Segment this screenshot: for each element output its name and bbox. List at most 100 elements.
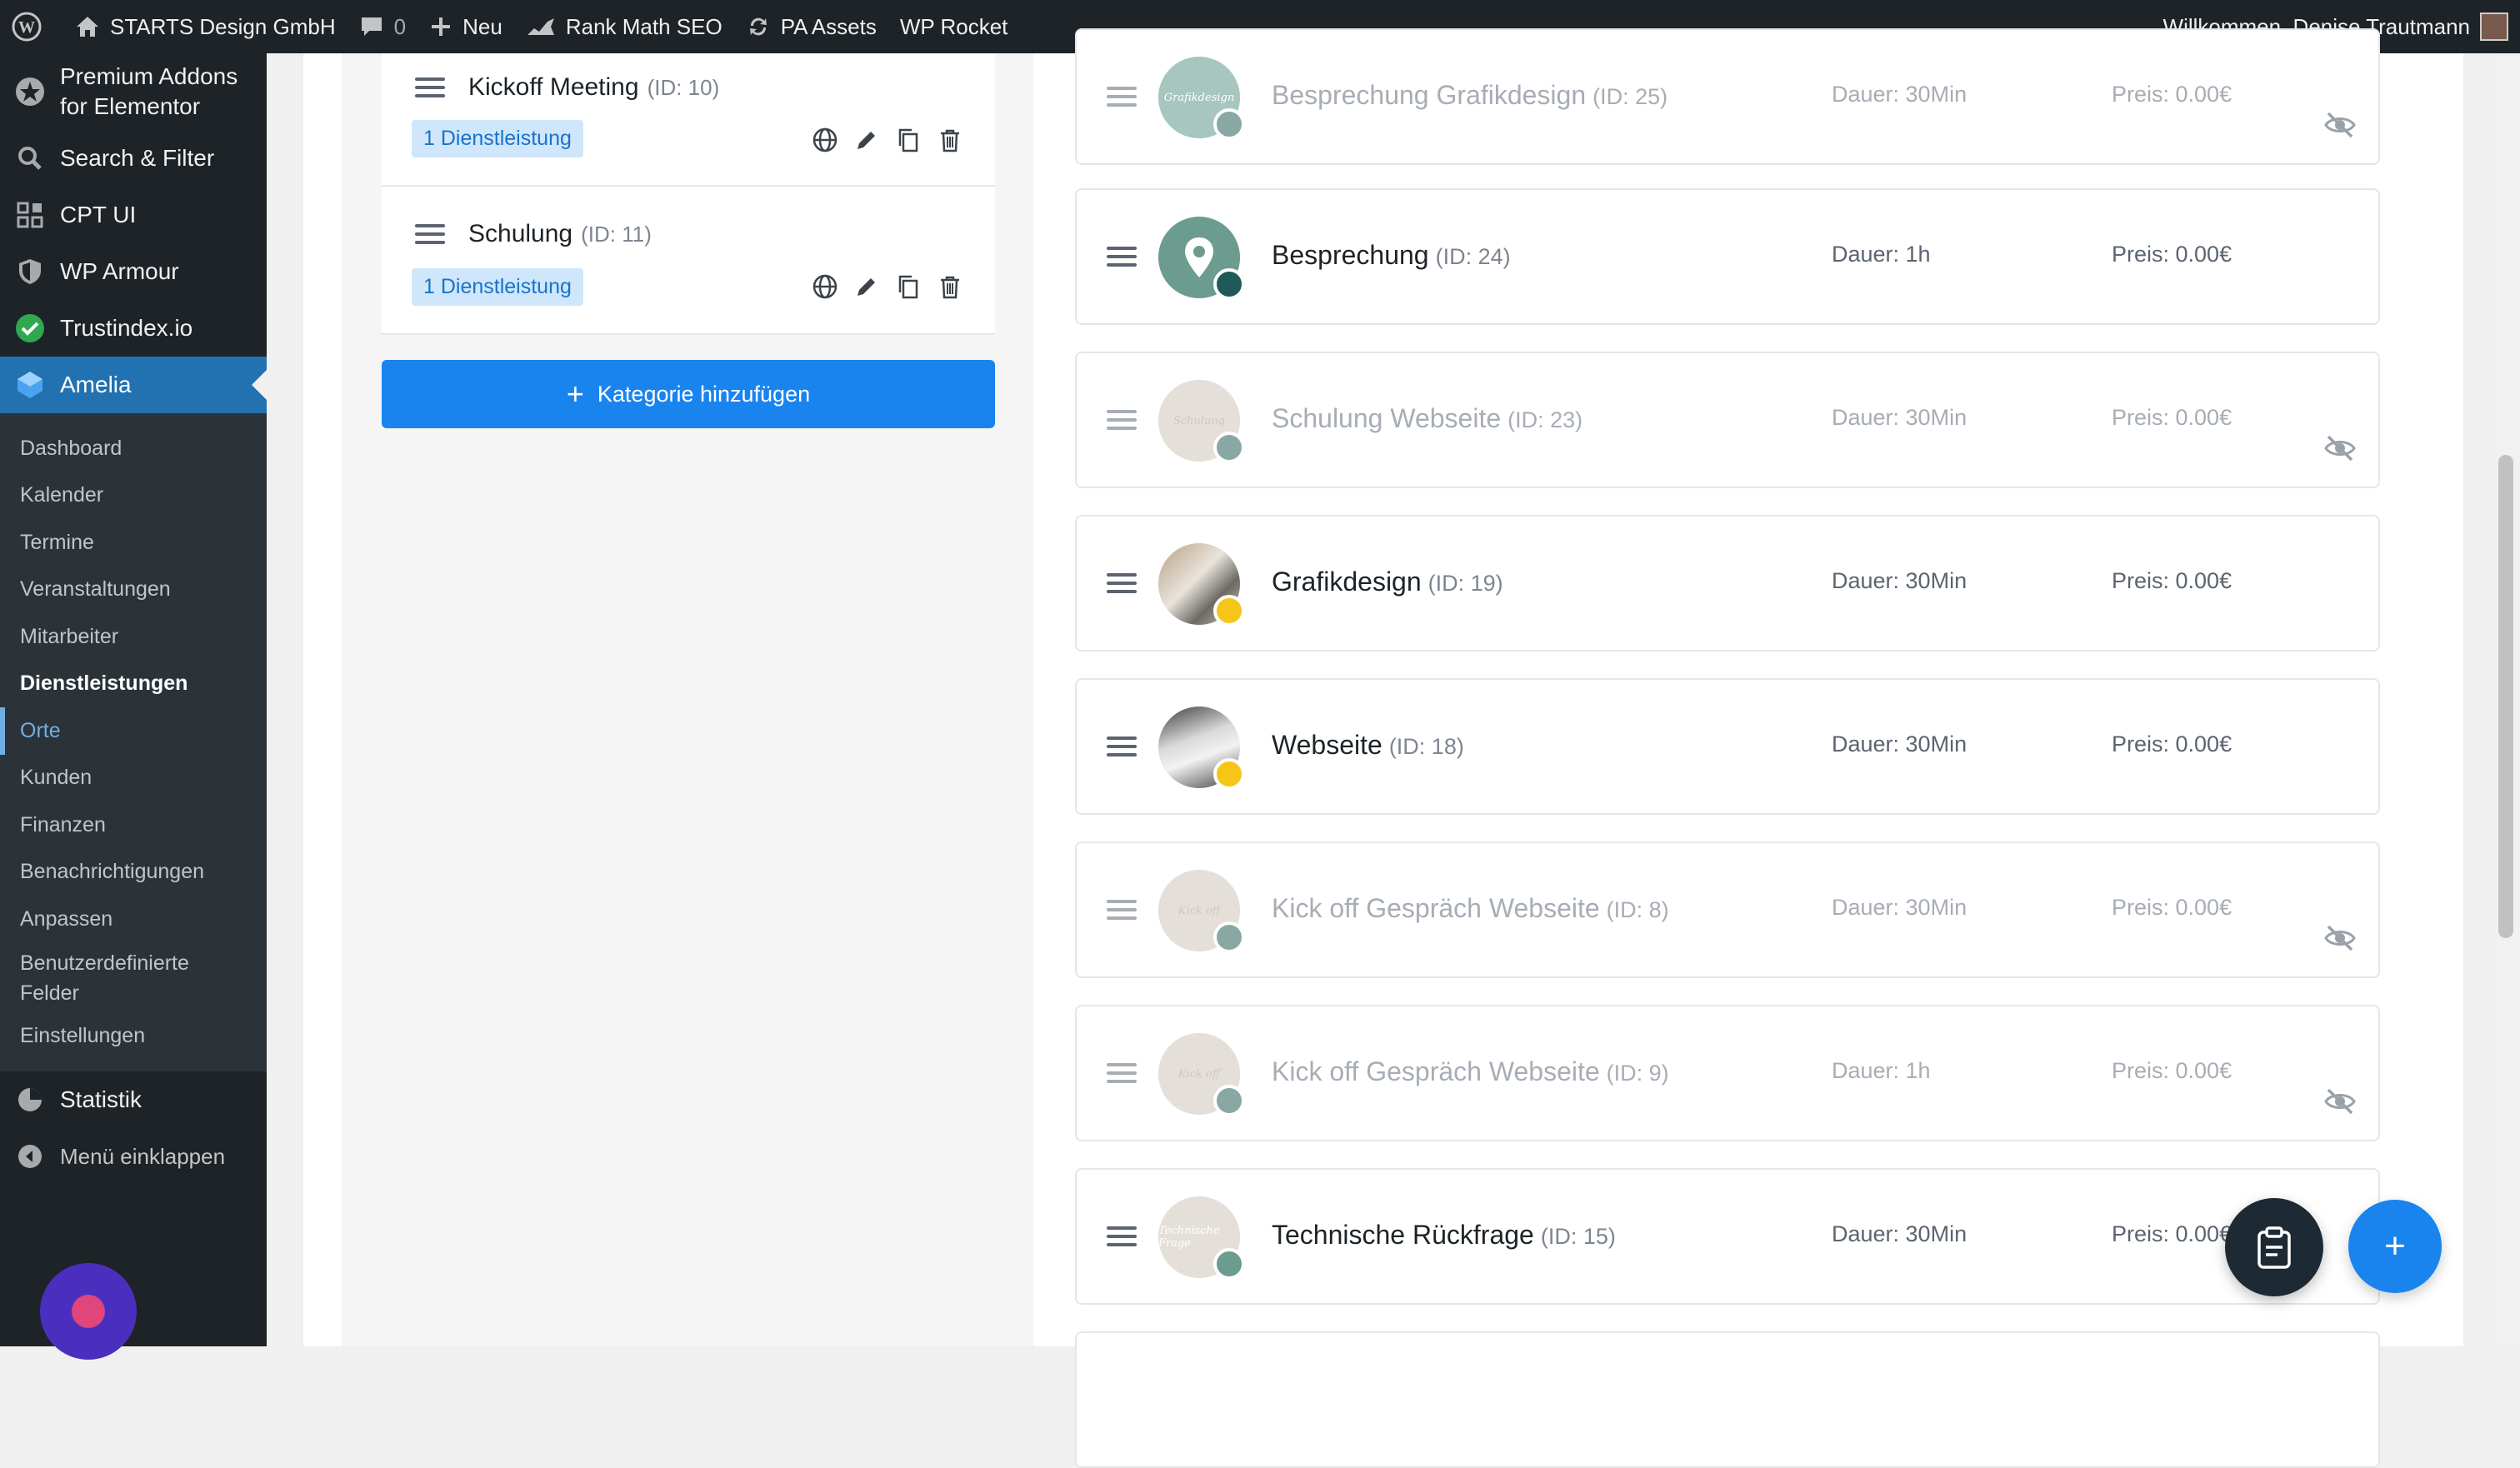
submenu-kunden[interactable]: Kunden [0,755,267,802]
service-title: Kick off Gespräch Webseite (ID: 9) [1272,1056,1669,1086]
home-icon [77,17,98,37]
rank-math-icon [527,18,554,35]
admin-sidebar: Premium Addons for Elementor Search & Fi… [0,53,267,1360]
comments-link[interactable]: 0 [348,0,418,53]
drag-handle-icon[interactable] [1107,573,1137,593]
new-content-link[interactable]: Neu [418,0,514,53]
service-title: Grafikdesign (ID: 19) [1272,567,1503,597]
sidebar-item-wp-armour[interactable]: WP Armour [0,243,267,300]
sidebar-item-premium-addons[interactable]: Premium Addons for Elementor [0,53,267,130]
service-title: Webseite (ID: 18) [1272,730,1464,760]
sidebar-item-statistik[interactable]: Statistik [0,1071,267,1128]
drag-handle-icon[interactable] [1107,736,1137,756]
hidden-eye-icon[interactable] [2323,1086,2357,1116]
duplicate-icon[interactable] [895,273,922,300]
submenu-orte[interactable]: Orte [0,707,267,755]
service-item[interactable]: Schulung Schulung Webseite (ID: 23) Dauer… [1075,352,2380,488]
service-duration: Dauer: 30Min [1832,82,1968,107]
service-thumbnail [1158,217,1245,300]
service-item[interactable]: Grafikdesign Besprechung Grafikdesign (ID… [1075,28,2380,165]
submenu-anpassen[interactable]: Anpassen [0,896,267,943]
trash-icon[interactable] [937,127,963,153]
chat-widget-button[interactable] [40,1263,137,1360]
service-item[interactable]: Besprechung (ID: 24) Dauer: 1h Preis: 0.0… [1075,188,2380,325]
submenu-kalender[interactable]: Kalender [0,472,267,520]
new-label: Neu [462,13,502,39]
service-duration: Dauer: 1h [1832,242,1931,267]
drag-handle-icon[interactable] [1107,247,1137,267]
category-card[interactable]: Kickoff Meeting (ID: 10) 1 Dienstleistun… [382,53,995,187]
page-scrollbar[interactable] [2492,53,2520,1346]
search-icon [13,142,47,175]
clipboard-fab-button[interactable] [2225,1198,2323,1296]
drag-handle-icon[interactable] [1107,410,1137,430]
submenu-mitarbeiter[interactable]: Mitarbeiter [0,613,267,661]
drag-handle-icon[interactable] [415,224,445,244]
drag-handle-icon[interactable] [415,77,445,97]
site-name-link[interactable]: STARTS Design GmbH [63,0,348,53]
service-item[interactable]: Kick off Kick off Gespräch Webseite (ID: … [1075,1005,2380,1141]
service-item[interactable]: Technische Frage Technische Rückfrage (ID… [1075,1168,2380,1305]
pie-chart-icon [13,1083,47,1116]
drag-handle-icon[interactable] [1107,1063,1137,1083]
duplicate-icon[interactable] [895,127,922,153]
plus-icon: + [2384,1226,2406,1266]
sidebar-item-cpt-ui[interactable]: CPT UI [0,187,267,243]
submenu-einstellungen[interactable]: Einstellungen [0,1013,267,1061]
submenu-benachrichtigungen[interactable]: Benachrichtigungen [0,849,267,896]
service-item[interactable]: Webseite (ID: 18) Dauer: 30Min Preis: 0.0… [1075,678,2380,815]
collapse-menu-button[interactable]: Menü einklappen [0,1128,267,1185]
hidden-eye-icon[interactable] [2323,110,2357,140]
sidebar-item-search-filter[interactable]: Search & Filter [0,130,267,187]
edit-icon[interactable] [853,273,880,300]
status-dot [1213,268,1245,300]
trash-icon[interactable] [937,273,963,300]
pa-assets-link[interactable]: PA Assets [734,0,888,53]
rank-math-link[interactable]: Rank Math SEO [514,0,734,53]
drag-handle-icon[interactable] [1107,900,1137,920]
submenu-veranstaltungen[interactable]: Veranstaltungen [0,567,267,614]
rank-math-label: Rank Math SEO [565,13,722,39]
service-item[interactable]: Kick off Kick off Gespräch Webseite (ID: … [1075,841,2380,978]
clipboard-icon [2258,1226,2291,1269]
service-item[interactable] [1075,1331,2380,1468]
globe-icon[interactable] [812,127,838,153]
site-name: STARTS Design GmbH [110,13,336,39]
add-service-fab-button[interactable]: + [2348,1200,2442,1293]
edit-icon[interactable] [853,127,880,153]
service-price: Preis: 0.00€ [2112,568,2232,593]
status-dot [1213,921,1245,953]
sidebar-item-label: Search & Filter [60,145,215,171]
submenu-dienstleistungen[interactable]: Dienstleistungen [0,661,267,708]
service-title: Besprechung Grafikdesign (ID: 25) [1272,80,1668,110]
sidebar-item-amelia[interactable]: Amelia [0,357,267,413]
drag-handle-icon[interactable] [1107,1226,1137,1246]
comment-icon [361,17,382,36]
status-dot [1213,108,1245,140]
submenu-benutzerdefinierte-felder[interactable]: Benutzerdefinierte Felder [0,943,267,1013]
category-card[interactable]: Schulung (ID: 11) 1 Dienstleistung [382,187,995,335]
submenu-termine[interactable]: Termine [0,519,267,567]
drag-handle-icon[interactable] [1107,87,1137,107]
submenu-finanzen[interactable]: Finanzen [0,801,267,849]
service-title: Kick off Gespräch Webseite (ID: 8) [1272,893,1669,923]
service-item[interactable]: Grafikdesign (ID: 19) Dauer: 30Min Preis:… [1075,515,2380,652]
globe-icon[interactable] [812,273,838,300]
amelia-icon [13,368,47,402]
sidebar-item-trustindex[interactable]: Trustindex.io [0,300,267,357]
hidden-eye-icon[interactable] [2323,433,2357,463]
service-thumbnail [1158,707,1245,790]
service-price: Preis: 0.00€ [2112,1058,2232,1083]
add-category-button[interactable]: + Kategorie hinzufügen [382,360,995,428]
collapse-label: Menü einklappen [60,1143,226,1169]
service-thumbnail: Kick off [1158,870,1245,953]
submenu-dashboard[interactable]: Dashboard [0,425,267,472]
wp-rocket-link[interactable]: WP Rocket [888,0,1020,53]
svg-text:W: W [18,18,35,37]
sidebar-item-label: Trustindex.io [60,315,193,341]
main-content: Kickoff Meeting (ID: 10) 1 Dienstleistun… [267,28,2492,1468]
hidden-eye-icon[interactable] [2323,923,2357,953]
scrollbar-thumb[interactable] [2498,455,2513,938]
check-circle-icon [13,312,47,345]
wordpress-logo-icon[interactable]: W [0,0,63,53]
